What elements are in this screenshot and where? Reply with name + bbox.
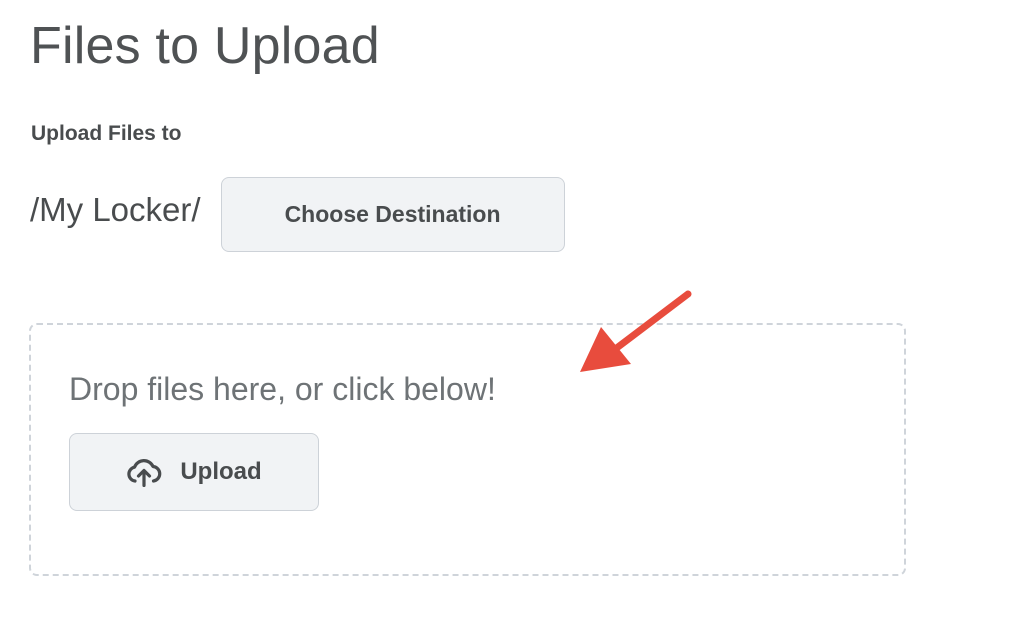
choose-destination-button[interactable]: Choose Destination xyxy=(220,176,565,252)
destination-row: /My Locker/ Choose Destination xyxy=(30,176,565,252)
upload-button[interactable]: Upload xyxy=(69,433,319,511)
upload-button-label: Upload xyxy=(180,458,262,485)
page-title: Files to Upload xyxy=(30,17,380,75)
dropzone-prompt: Drop files here, or click below! xyxy=(69,371,496,407)
arrow-annotation-icon xyxy=(580,290,692,372)
choose-destination-label: Choose Destination xyxy=(284,200,501,227)
destination-path: /My Locker/ xyxy=(30,191,201,228)
upload-files-to-label: Upload Files to xyxy=(31,122,182,145)
file-dropzone[interactable]: Drop files here, or click below! Upload xyxy=(29,323,906,576)
cloud-upload-icon xyxy=(126,457,162,487)
